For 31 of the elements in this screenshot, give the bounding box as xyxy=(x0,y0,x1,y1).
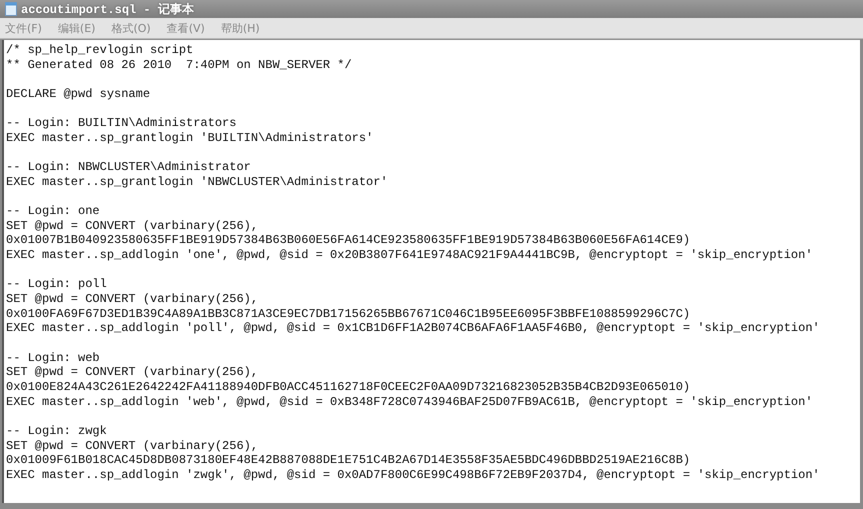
code-line: /* sp_help_revlogin script xyxy=(6,43,194,58)
code-line: 0x0100E824A43C261E2642242FA41188940DFB0ACC451162718F0CEEC2F0AA09D73216823052B35B4CB2D93E065010) xyxy=(6,380,690,395)
code-line: -- Login: NBWCLUSTER\Administrator xyxy=(6,160,251,175)
code-line: SET @pwd = CONVERT (varbinary(256), xyxy=(6,218,258,234)
notepad-icon xyxy=(5,2,17,16)
code-line: -- Login: BUILTIN\Administrators xyxy=(6,116,236,131)
code-line: ** Generated 08 26 2010 7:40PM on NBW_SERVER */ xyxy=(6,58,352,72)
code-line: -- Login: zwgk xyxy=(6,424,107,439)
window-title: accoutimport.sql - 记事本 xyxy=(21,2,194,18)
code-line: -- Login: poll xyxy=(6,277,107,292)
code-line: -- Login: web xyxy=(6,350,100,366)
menu-item[interactable]: 查看(V) xyxy=(166,20,205,36)
code-line: -- Login: one xyxy=(6,204,100,219)
menu-item[interactable]: 帮助(H) xyxy=(220,20,260,36)
code-line: EXEC master..sp_grantlogin 'NBWCLUSTER\Administrator' xyxy=(6,174,388,190)
code-line: SET @pwd = CONVERT (varbinary(256), xyxy=(6,292,258,307)
menu-item[interactable]: 文件(F) xyxy=(5,20,42,36)
code-line: EXEC master..sp_grantlogin 'BUILTIN\Administrators' xyxy=(6,130,374,146)
code-line: EXEC master..sp_addlogin 'zwgk', @pwd, @sid = 0x0AD7F800C6E99C498B6F72EB9F2037D4, @encryptopt = 'skip_encryption' xyxy=(6,468,820,483)
text-editor[interactable] xyxy=(2,40,860,503)
menu-item[interactable]: 格式(O) xyxy=(111,20,151,36)
code-line: EXEC master..sp_addlogin 'web', @pwd, @sid = 0xB348F728C0743946BAF25D07FB9AC61B, @encryptopt = 'skip_encryption' xyxy=(6,394,813,410)
code-line: EXEC master..sp_addlogin 'poll', @pwd, @sid = 0x1CB1D6FF1A2B074CB6AFA6F1AA5F46B0, @encryptopt = 'skip_encryption' xyxy=(6,321,820,336)
code-line: 0x01007B1B040923580635FF1BE919D57384B63B060E56FA614CE923580635FF1BE919D57384B63B060E56FA614CE9) xyxy=(6,233,690,248)
code-line: SET @pwd = CONVERT (varbinary(256), xyxy=(6,365,258,380)
code-line: 0x0100FA69F67D3ED1B39C4A89A1BB3C871A3CE9EC7DB17156265BB67671C046C1B95EE6095F3BBFE1088599296C7C) xyxy=(6,306,690,322)
code-line: 0x01009F61B018CAC45D8DB0873180EF48E42B887088DE1E751C4B2A67D14E3558F35AE5BDC496DBBD2519AE216C8B) xyxy=(6,453,690,468)
code-line: SET @pwd = CONVERT (varbinary(256), xyxy=(6,438,258,454)
code-line: EXEC master..sp_addlogin 'one', @pwd, @sid = 0x20B3807F641E9748AC921F9A4441BC9B, @encryptopt = 'skip_encryption' xyxy=(6,248,813,263)
menu-item[interactable]: 编辑(E) xyxy=(58,20,96,36)
code-line: DECLARE @pwd sysname xyxy=(6,86,150,102)
